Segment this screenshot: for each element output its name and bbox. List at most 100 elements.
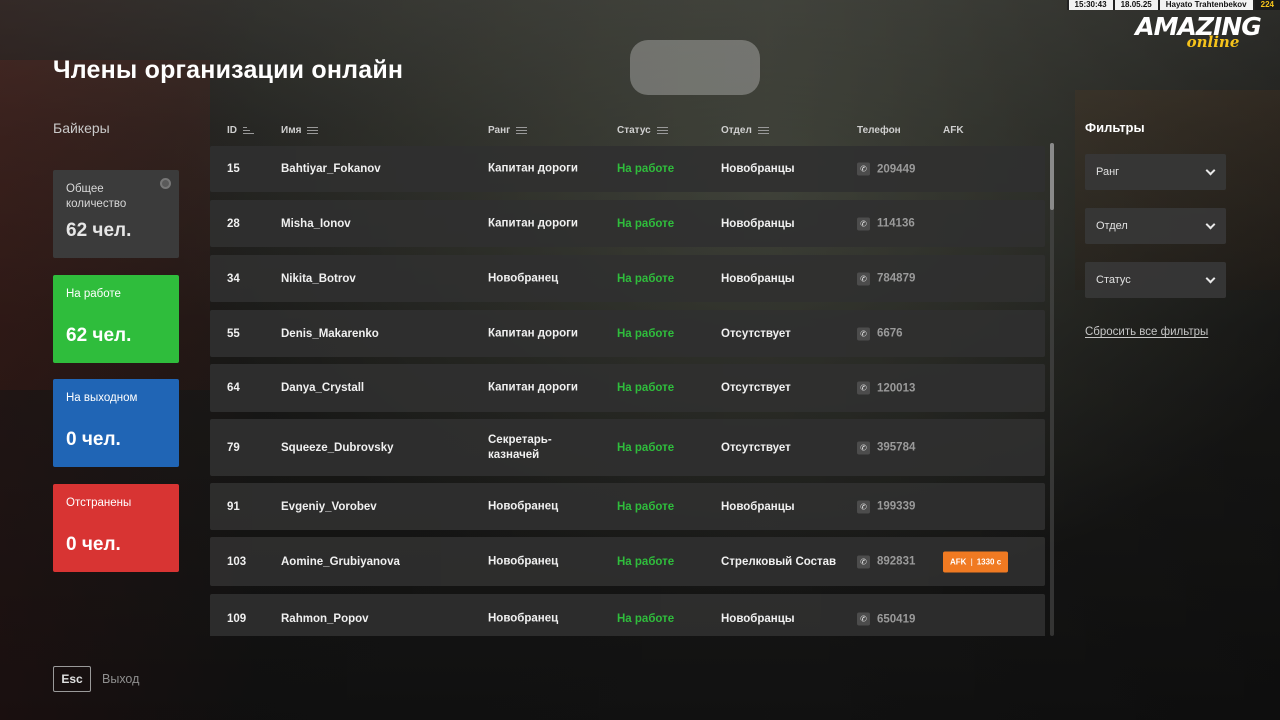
member-id: 109 — [227, 613, 247, 625]
member-name: Aomine_Grubiyanova — [281, 555, 400, 568]
member-phone: ✆ 199339 — [857, 500, 915, 513]
member-id: 91 — [227, 500, 240, 513]
filter-rank-dropdown[interactable]: Ранг — [1085, 154, 1226, 190]
member-dept: Отсутствует — [721, 327, 791, 340]
member-rank: Капитан дороги — [488, 381, 578, 394]
member-phone: ✆ 114136 — [857, 217, 915, 230]
column-header-dept[interactable]: Отдел — [721, 125, 769, 136]
member-rank: Капитан дороги — [488, 327, 578, 339]
table-row[interactable]: 15 Bahtiyar_Fokanov Капитан дороги На ра… — [210, 146, 1045, 192]
scrollbar-thumb[interactable] — [1050, 143, 1054, 210]
member-id: 55 — [227, 327, 240, 340]
member-phone-number: 209449 — [877, 163, 916, 175]
table-scrollbar[interactable] — [1050, 143, 1054, 636]
stat-suspended-value: 0 чел. — [66, 534, 121, 555]
menu-lines-icon[interactable] — [516, 126, 528, 135]
phone-icon: ✆ — [857, 327, 870, 340]
member-status: На работе — [617, 217, 675, 230]
filter-status-dropdown[interactable]: Статус — [1085, 262, 1226, 298]
member-phone-number: 6676 — [877, 327, 903, 340]
phone-icon: ✆ — [857, 381, 870, 395]
hud-player-id: 224 — [1252, 0, 1280, 10]
hud-date: 18.05.25 — [1112, 0, 1158, 10]
member-id: 34 — [227, 272, 240, 285]
column-afk-label: AFK — [943, 125, 964, 136]
table-row[interactable]: 55 Denis_Makarenko Капитан дороги На раб… — [210, 310, 1045, 357]
member-phone-number: 784879 — [877, 272, 916, 285]
member-status: На работе — [617, 500, 675, 513]
chevron-down-icon — [1205, 165, 1216, 175]
stat-card-working[interactable]: На работе 62 чел. — [53, 275, 179, 363]
member-rank: Новобранец — [488, 500, 559, 512]
member-id: 103 — [227, 555, 247, 568]
stat-card-day-off[interactable]: На выходном 0 чел. — [53, 379, 179, 467]
column-id-label: ID — [227, 125, 237, 136]
filter-dept-dropdown[interactable]: Отдел — [1085, 208, 1226, 244]
table-row[interactable]: 103 Aomine_Grubiyanova Новобранец На раб… — [210, 537, 1045, 586]
table-row[interactable]: 34 Nikita_Botrov Новобранец На работе Но… — [210, 255, 1045, 302]
member-phone: ✆ 650419 — [857, 612, 915, 626]
members-table[interactable]: 15 Bahtiyar_Fokanov Капитан дороги На ра… — [210, 146, 1045, 636]
stat-total-label: Общее количество — [66, 183, 127, 210]
member-phone-number: 892831 — [877, 555, 916, 568]
stat-card-total: Общее количество 62 чел. — [53, 170, 179, 258]
column-name-label: Имя — [281, 125, 302, 136]
member-rank: Новобранец — [488, 555, 559, 567]
member-phone: ✆ 892831 — [857, 555, 915, 568]
member-status: На работе — [617, 382, 675, 394]
stat-day-off-value: 0 чел. — [66, 429, 121, 450]
member-dept: Стрелковый Состав — [721, 555, 837, 568]
stat-working-value: 62 чел. — [66, 325, 132, 346]
column-header-name[interactable]: Имя — [281, 125, 319, 136]
member-rank-line-2: казначей — [488, 448, 540, 461]
table-row[interactable]: 64 Danya_Crystall Капитан дороги На рабо… — [210, 364, 1045, 412]
sort-icon[interactable] — [243, 126, 254, 135]
member-dept: Новобранцы — [721, 272, 795, 285]
afk-badge: AFK | 1330 с — [943, 551, 1009, 572]
member-phone: ✆ 209449 — [857, 162, 916, 176]
table-header: ID Имя Ранг Статус Отдел Телефон AFK — [210, 125, 1045, 139]
table-row[interactable]: 109 Rahmon_Popov Новобранец На работе Но… — [210, 594, 1045, 636]
member-rank: Капитан дороги — [488, 162, 578, 175]
page-title: Члены организации онлайн — [53, 56, 404, 84]
table-row[interactable]: 28 Misha_Ionov Капитан дороги На работе … — [210, 200, 1045, 247]
column-header-rank[interactable]: Ранг — [488, 125, 528, 136]
member-status: На работе — [617, 163, 675, 175]
column-header-id[interactable]: ID — [227, 125, 254, 136]
stat-suspended-label: Отстранены — [66, 497, 132, 509]
esc-key-button[interactable]: Esc — [53, 666, 91, 692]
member-name: Danya_Crystall — [281, 382, 365, 394]
phone-icon: ✆ — [857, 217, 870, 230]
menu-lines-icon[interactable] — [757, 126, 769, 135]
menu-lines-icon[interactable] — [307, 126, 319, 135]
member-dept: Новобранцы — [721, 500, 795, 513]
afk-badge-label: AFK — [950, 557, 967, 566]
menu-lines-icon[interactable] — [656, 126, 668, 135]
amazing-online-logo: AMAZING online — [1128, 14, 1268, 51]
member-dept: Новобранцы — [721, 613, 795, 625]
column-status-label: Статус — [617, 125, 651, 136]
info-dot-icon — [160, 178, 171, 189]
member-status: На работе — [617, 613, 675, 625]
member-id: 79 — [227, 441, 240, 454]
member-id: 64 — [227, 382, 240, 394]
member-dept: Отсутствует — [721, 441, 791, 454]
stat-working-label: На работе — [66, 288, 121, 300]
chevron-down-icon — [1205, 273, 1216, 283]
chevron-down-icon — [1205, 219, 1216, 229]
table-row[interactable]: 79 Squeeze_Dubrovsky Секретарь-казначей … — [210, 419, 1045, 476]
member-id: 15 — [227, 163, 240, 175]
column-header-status[interactable]: Статус — [617, 125, 668, 136]
stat-card-suspended[interactable]: Отстранены 0 чел. — [53, 484, 179, 572]
exit-label[interactable]: Выход — [102, 672, 139, 686]
column-header-phone: Телефон — [857, 125, 901, 136]
member-phone-number: 114136 — [877, 217, 915, 230]
background-scene-car — [630, 40, 760, 95]
member-phone: ✆ 6676 — [857, 327, 903, 340]
member-rank-line-1: Секретарь- — [488, 433, 552, 446]
phone-icon: ✆ — [857, 162, 870, 176]
filter-rank-label: Ранг — [1096, 166, 1120, 178]
table-row[interactable]: 91 Evgeniy_Vorobev Новобранец На работе … — [210, 483, 1045, 530]
member-dept: Новобранцы — [721, 163, 795, 175]
reset-filters-link[interactable]: Сбросить все фильтры — [1085, 326, 1208, 338]
